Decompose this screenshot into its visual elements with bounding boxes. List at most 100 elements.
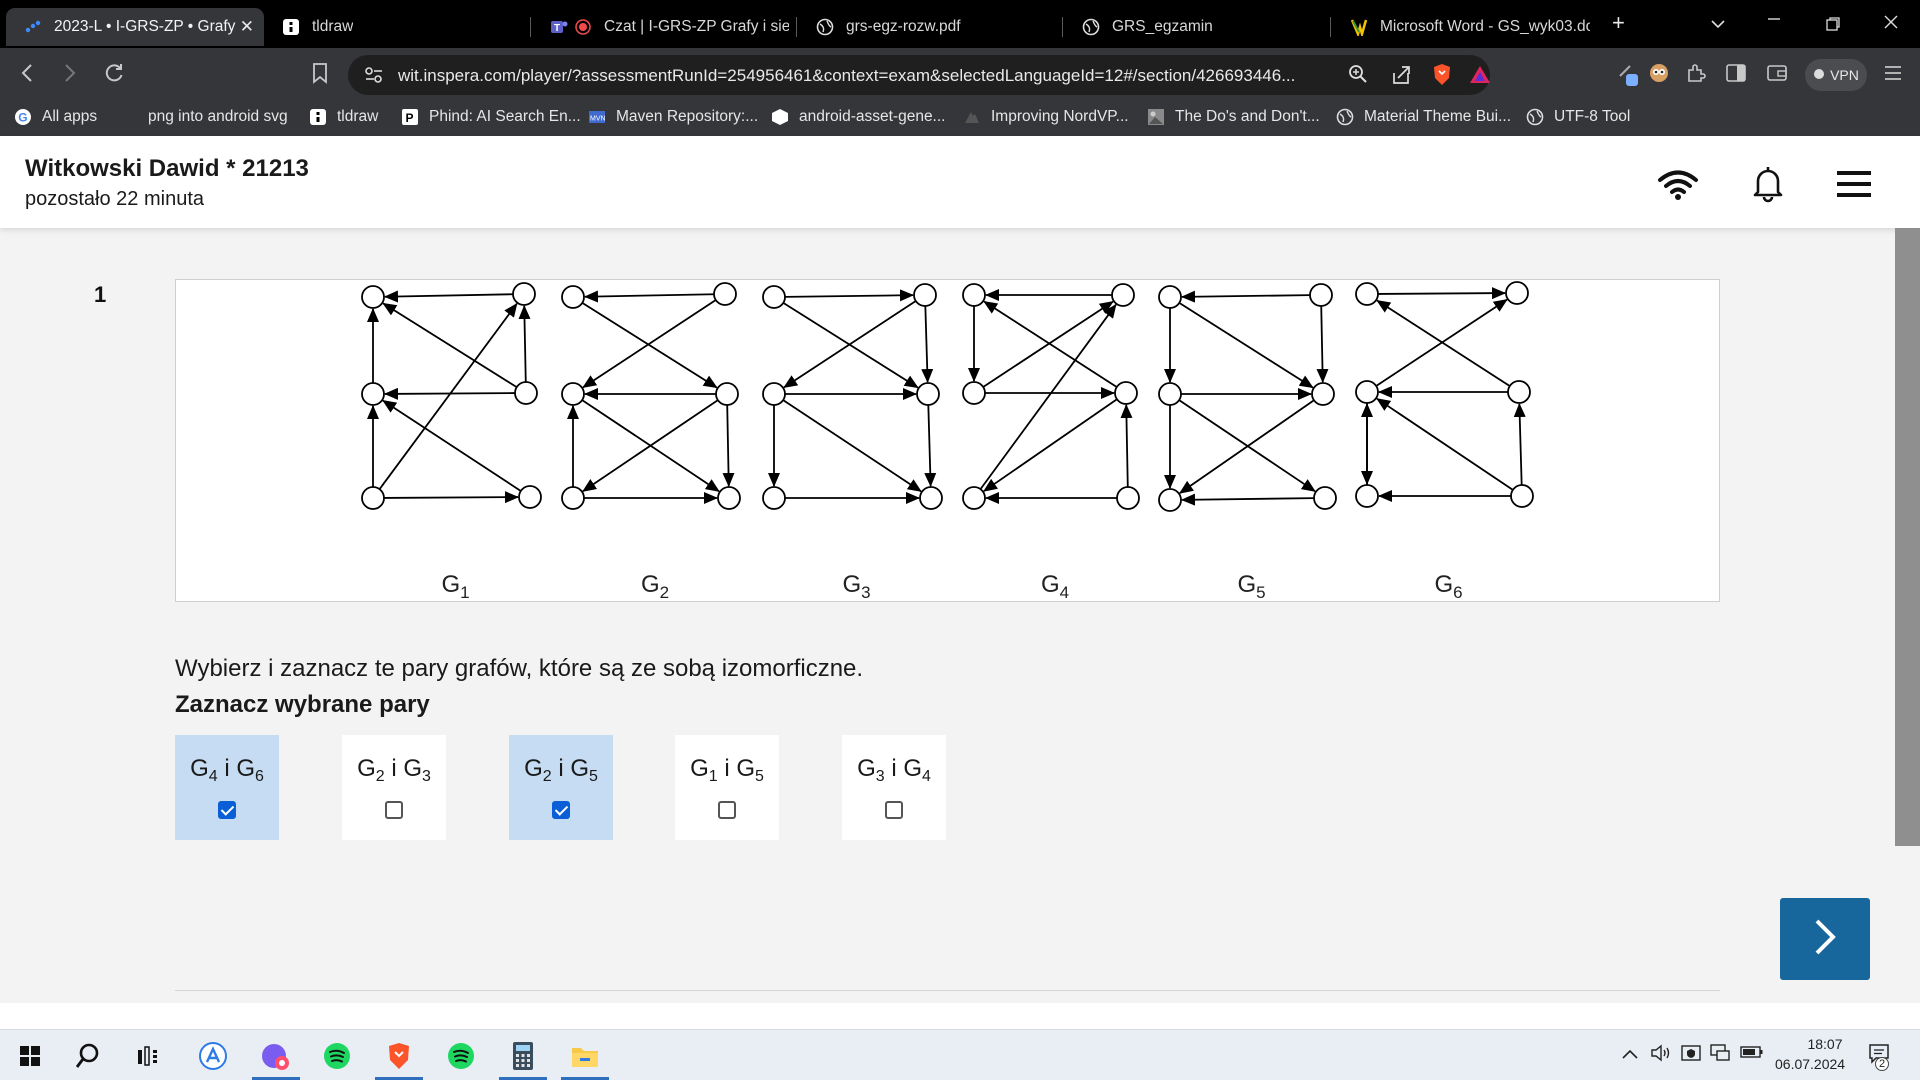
- teams-icon: T: [550, 18, 568, 36]
- reload-icon[interactable]: [103, 62, 125, 90]
- option-g3-g4[interactable]: G3 i G4: [842, 735, 946, 840]
- wallet-icon[interactable]: [1766, 63, 1788, 89]
- site-settings-icon[interactable]: [364, 66, 384, 89]
- svg-text:G: G: [18, 111, 27, 125]
- graph-vertex: [916, 382, 940, 406]
- bookmark-android-asset[interactable]: android-asset-gene...: [771, 108, 945, 126]
- close-window-icon[interactable]: [1883, 14, 1899, 35]
- hamburger-menu-icon[interactable]: [1837, 169, 1871, 204]
- clock-date[interactable]: 06.07.2024: [1775, 1056, 1845, 1072]
- option-label: G3 i G4: [857, 755, 931, 785]
- brave-shields-icon[interactable]: [1431, 62, 1453, 93]
- ad-blocker-extension-icon[interactable]: [1648, 62, 1670, 90]
- bookmark-tldraw[interactable]: tldraw: [309, 108, 378, 126]
- notification-count: 2: [1875, 1057, 1889, 1071]
- graph-vertex: [762, 382, 786, 406]
- tab-word-doc[interactable]: Microsoft Word - GS_wyk03.do: [1332, 8, 1594, 46]
- address-bar[interactable]: wit.inspera.com/player/?assessmentRunId=…: [348, 55, 1490, 95]
- graph-vertex: [717, 486, 741, 510]
- sidebar-icon[interactable]: [1725, 63, 1747, 89]
- question-subprompt: Zaznacz wybrane pary: [175, 691, 430, 718]
- graph-vertex: [1158, 488, 1182, 512]
- tab-title: Czat | I-GRS-ZP Grafy i sieci: [604, 18, 789, 35]
- new-tab-icon[interactable]: +: [1612, 10, 1625, 36]
- option-label: G2 i G3: [357, 755, 431, 785]
- tab-tldraw[interactable]: tldraw: [264, 8, 514, 46]
- graph-edge-arrow: [1513, 402, 1526, 486]
- option-g2-g3[interactable]: G2 i G3: [342, 735, 446, 840]
- wifi-icon[interactable]: [1657, 169, 1699, 206]
- option-g4-g6[interactable]: G4 i G6: [175, 735, 279, 840]
- zoom-icon[interactable]: [1348, 64, 1368, 91]
- graph-vertex: [1116, 486, 1140, 510]
- graph-vertex: [1309, 283, 1333, 307]
- tab-pdf[interactable]: grs-egz-rozw.pdf: [798, 8, 1056, 46]
- option-g1-g5[interactable]: G1 i G5: [675, 735, 779, 840]
- network-icon[interactable]: [1709, 1043, 1731, 1068]
- tab-grs-egzamin[interactable]: GRS_egzamin: [1064, 8, 1324, 46]
- extension-icon[interactable]: [1616, 60, 1642, 94]
- page-scrollbar[interactable]: [1895, 228, 1920, 846]
- messenger-icon[interactable]: [252, 1038, 300, 1080]
- bookmark-all-apps[interactable]: G All apps: [14, 108, 97, 126]
- bookmark-label: png into android svg: [148, 108, 288, 125]
- option-checkbox[interactable]: [718, 801, 736, 819]
- option-checkbox[interactable]: [885, 801, 903, 819]
- app-store-icon[interactable]: [193, 1038, 233, 1074]
- exam-header: Witkowski Dawid * 21213 pozostało 22 min…: [0, 136, 1920, 228]
- graph-edge-arrow: [383, 491, 520, 504]
- option-label: G1 i G5: [690, 755, 764, 785]
- calculator-icon[interactable]: [499, 1038, 547, 1080]
- bookmark-utf8-tool[interactable]: UTF-8 Tool: [1526, 108, 1630, 126]
- graph-vertex: [1114, 381, 1138, 405]
- task-view-icon[interactable]: [128, 1038, 168, 1074]
- next-question-button[interactable]: [1780, 898, 1870, 980]
- minimize-icon[interactable]: [1766, 10, 1782, 31]
- graph-vertex: [1313, 486, 1337, 510]
- spotify-icon[interactable]: [441, 1038, 481, 1074]
- bookmark-label: Improving NordVP...: [991, 108, 1129, 125]
- bookmark-png-into-android-svg[interactable]: png into android svg: [148, 108, 288, 126]
- file-explorer-icon[interactable]: [561, 1038, 609, 1080]
- graph-vertex: [361, 285, 385, 309]
- bookmark-nordvpn[interactable]: Improving NordVP...: [963, 108, 1129, 126]
- battery-icon[interactable]: [1740, 1045, 1764, 1064]
- tray-chevron-up-icon[interactable]: [1621, 1047, 1639, 1065]
- tab-teams-chat[interactable]: T Czat | I-GRS-ZP Grafy i sieci: [532, 8, 790, 46]
- graph-edge-arrow: [382, 302, 518, 388]
- close-tab-icon[interactable]: ✕: [240, 17, 254, 37]
- search-icon[interactable]: [68, 1038, 108, 1074]
- graph-edge-arrow: [378, 302, 518, 490]
- share-icon[interactable]: [1390, 64, 1412, 91]
- graph-vertex: [514, 381, 538, 405]
- question-prompt: Wybierz i zaznacz te pary grafów, które …: [175, 655, 864, 682]
- option-g2-g5[interactable]: G2 i G5: [509, 735, 613, 840]
- graph-vertex: [962, 381, 986, 405]
- spotify-icon[interactable]: [317, 1038, 357, 1074]
- graph-edge-arrow: [583, 290, 715, 303]
- tab-search-chevron-icon[interactable]: [1710, 14, 1726, 35]
- option-checkbox[interactable]: [385, 801, 403, 819]
- restore-icon[interactable]: [1825, 16, 1841, 37]
- tab-inspera[interactable]: 2023-L • I-GRS-ZP • Grafy i ✕: [6, 8, 264, 46]
- graph-edge-arrow: [784, 289, 915, 302]
- option-checkbox[interactable]: [218, 801, 236, 819]
- bookmark-icon[interactable]: [312, 62, 328, 90]
- bookmark-dos-and-donts[interactable]: The Do's and Don't...: [1147, 108, 1320, 126]
- clock-time[interactable]: 18:07: [1790, 1036, 1860, 1052]
- bookmark-phind[interactable]: P Phind: AI Search En...: [401, 108, 581, 126]
- extensions-puzzle-icon[interactable]: [1685, 62, 1707, 90]
- bell-icon[interactable]: [1750, 164, 1786, 209]
- vpn-button[interactable]: VPN: [1805, 59, 1867, 91]
- forward-icon[interactable]: [63, 62, 77, 90]
- bookmark-maven[interactable]: MVN Maven Repository:...: [588, 108, 758, 126]
- brave-rewards-icon[interactable]: [1468, 64, 1492, 91]
- bookmark-material-theme[interactable]: Material Theme Bui...: [1336, 108, 1511, 126]
- option-checkbox[interactable]: [552, 801, 570, 819]
- back-icon[interactable]: [20, 62, 34, 90]
- brave-browser-icon[interactable]: [375, 1038, 423, 1080]
- security-shield-icon[interactable]: [1680, 1043, 1702, 1068]
- menu-icon[interactable]: [1883, 64, 1903, 88]
- windows-start-icon[interactable]: [10, 1038, 50, 1074]
- volume-icon[interactable]: [1650, 1043, 1672, 1068]
